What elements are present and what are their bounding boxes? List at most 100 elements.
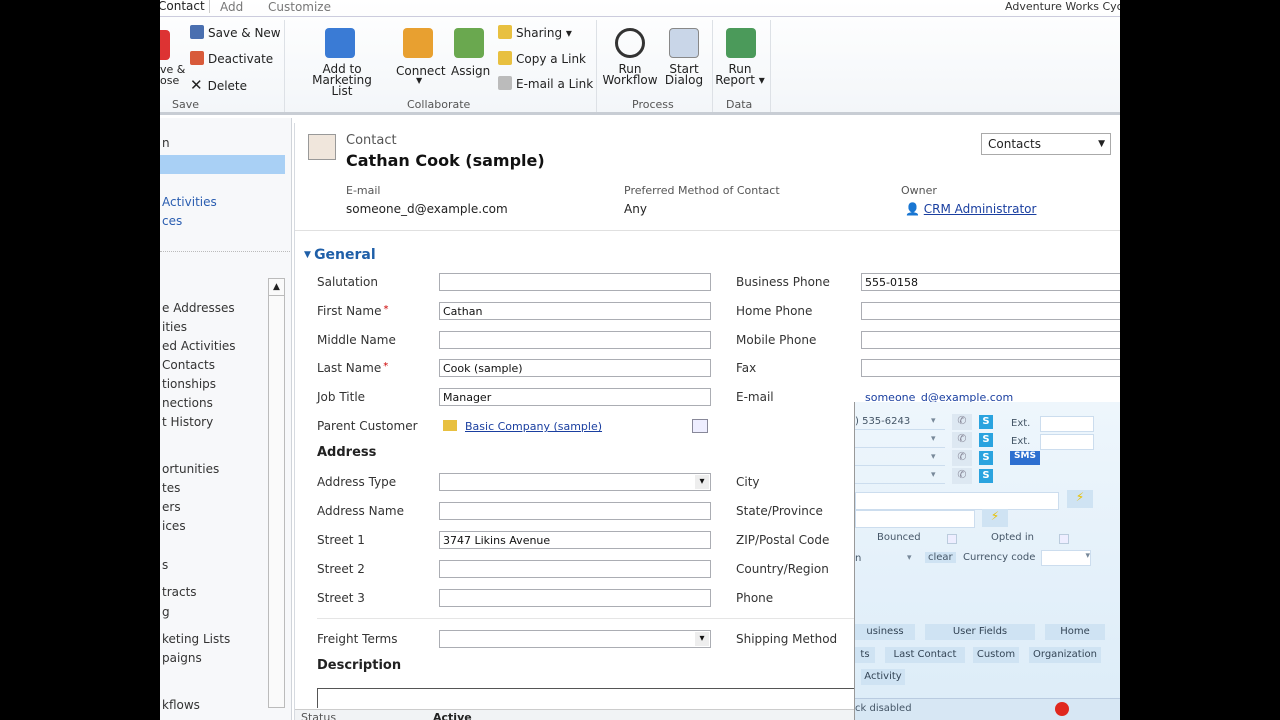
- field-input[interactable]: [439, 502, 711, 520]
- nav-item[interactable]: Contacts: [162, 358, 215, 372]
- nav-item[interactable]: ities: [162, 320, 187, 334]
- skype-button[interactable]: S: [979, 451, 993, 465]
- nav-item[interactable]: ers: [162, 500, 181, 514]
- nav-item[interactable]: ices: [162, 519, 186, 533]
- nav-item[interactable]: keting Lists: [162, 632, 230, 646]
- field-input[interactable]: [861, 331, 1120, 349]
- scroll-up-icon[interactable]: ▲: [269, 279, 284, 296]
- skype-button[interactable]: S: [979, 433, 993, 447]
- field-input[interactable]: [861, 359, 1120, 377]
- nav-item[interactable]: t History: [162, 415, 213, 429]
- field-input[interactable]: Manager: [439, 388, 711, 406]
- overlay-tab[interactable]: Custom: [973, 647, 1019, 663]
- overlay-tab[interactable]: ts: [855, 647, 875, 663]
- field-input[interactable]: [439, 560, 711, 578]
- field-input[interactable]: 3747 Likins Avenue: [439, 531, 711, 549]
- ext-input[interactable]: [1040, 416, 1094, 432]
- email-link-button[interactable]: E-mail a Link: [498, 76, 593, 91]
- nav-item[interactable]: ed Activities: [162, 339, 236, 353]
- run-report-button[interactable]: Run Report ▾: [715, 63, 765, 86]
- view-select[interactable]: Contacts ▼: [981, 133, 1111, 155]
- chevron-down-icon[interactable]: ▾: [931, 416, 936, 426]
- nav-item[interactable]: g: [162, 605, 170, 619]
- skype-button[interactable]: S: [979, 415, 993, 429]
- parent-customer-link[interactable]: Basic Company (sample): [465, 420, 602, 433]
- field-input[interactable]: [439, 589, 711, 607]
- section-general-toggle[interactable]: ▼ General: [304, 247, 376, 263]
- nav-item[interactable]: e Addresses: [162, 301, 235, 315]
- description-field[interactable]: [317, 688, 857, 708]
- phone-icon[interactable]: ✆: [952, 468, 972, 484]
- delete-button[interactable]: ✕ Delete: [190, 76, 247, 94]
- lightning-icon[interactable]: ⚡: [1067, 490, 1093, 508]
- ext-input[interactable]: [1040, 434, 1094, 450]
- field-input[interactable]: Cook (sample): [439, 359, 711, 377]
- run-report-icon[interactable]: [726, 28, 756, 58]
- nav-item[interactable]: s: [162, 558, 168, 572]
- start-dialog-button[interactable]: Start Dialog: [660, 63, 708, 86]
- add-to-marketing-list-button[interactable]: Add to Marketing List: [292, 63, 392, 97]
- start-dialog-icon[interactable]: [669, 28, 699, 58]
- lightning-icon[interactable]: ⚡: [982, 509, 1008, 527]
- chevron-down-icon[interactable]: ▾: [931, 434, 936, 444]
- phone-icon[interactable]: ✆: [952, 450, 972, 466]
- tab-add[interactable]: Add: [220, 0, 243, 14]
- chevron-down-icon[interactable]: ▾: [931, 470, 936, 480]
- freight-terms-select[interactable]: [439, 630, 711, 648]
- skype-button[interactable]: S: [979, 469, 993, 483]
- clear-button[interactable]: clear: [925, 552, 956, 563]
- text-input[interactable]: [855, 510, 975, 528]
- save-close-icon[interactable]: [160, 30, 170, 60]
- deactivate-button[interactable]: Deactivate: [190, 51, 273, 66]
- assign-icon[interactable]: [454, 28, 484, 58]
- connect-icon[interactable]: [403, 28, 433, 58]
- marketing-list-icon[interactable]: [325, 28, 355, 58]
- field-input[interactable]: Cathan: [439, 302, 711, 320]
- overlay-tab[interactable]: Last Contact: [885, 647, 965, 663]
- save-new-button[interactable]: Save & New: [190, 25, 281, 40]
- field-input[interactable]: [861, 302, 1120, 320]
- field-input[interactable]: 555-0158: [861, 273, 1120, 291]
- tab-contact[interactable]: Contact: [160, 0, 210, 13]
- nav-item[interactable]: kflows: [162, 698, 200, 712]
- chevron-down-icon[interactable]: ▾: [907, 553, 912, 563]
- bounced-checkbox[interactable]: [947, 534, 957, 544]
- overlay-tab[interactable]: User Fields: [925, 624, 1035, 640]
- sharing-button[interactable]: Sharing ▾: [498, 25, 572, 40]
- tab-customize[interactable]: Customize: [268, 0, 331, 14]
- nav-item[interactable]: paigns: [162, 651, 202, 665]
- sms-button[interactable]: SMS: [1010, 451, 1040, 465]
- overlay-tab-activity[interactable]: Activity: [861, 669, 905, 685]
- overlay-tab[interactable]: Organization: [1029, 647, 1101, 663]
- owner-link[interactable]: 👤 CRM Administrator: [905, 202, 1036, 216]
- run-workflow-button[interactable]: Run Workflow: [600, 63, 660, 86]
- copy-link-button[interactable]: Copy a Link: [498, 51, 586, 66]
- nav-item[interactable]: tracts: [162, 585, 197, 599]
- field-input[interactable]: [439, 473, 711, 491]
- nav-item[interactable]: tes: [162, 481, 180, 495]
- currency-select[interactable]: ▾: [1041, 550, 1091, 566]
- phone-icon[interactable]: ✆: [952, 414, 972, 430]
- field-input[interactable]: [439, 273, 711, 291]
- nav-item-activities[interactable]: Activities: [162, 195, 217, 209]
- assign-button[interactable]: Assign: [451, 64, 490, 78]
- overlay-tab[interactable]: usiness: [855, 624, 915, 640]
- nav-item[interactable]: tionships: [162, 377, 216, 391]
- phone-icon[interactable]: ✆: [952, 432, 972, 448]
- field-input[interactable]: [439, 331, 711, 349]
- nav-item[interactable]: ortunities: [162, 462, 219, 476]
- lookup-icon[interactable]: [692, 419, 708, 433]
- text-input[interactable]: [855, 492, 1059, 510]
- nav-item[interactable]: nections: [162, 396, 213, 410]
- nav-item-ces[interactable]: ces: [162, 214, 182, 228]
- chevron-down-icon[interactable]: ▾: [931, 452, 936, 462]
- opted-in-checkbox[interactable]: [1059, 534, 1069, 544]
- nav-item[interactable]: n: [162, 136, 170, 150]
- run-workflow-icon[interactable]: [615, 28, 645, 58]
- nav-scrollbar[interactable]: ▲: [268, 278, 285, 708]
- parent-customer-lookup[interactable]: Basic Company (sample): [439, 417, 711, 435]
- connect-dropdown-icon[interactable]: ▼: [416, 76, 422, 85]
- save-close-label[interactable]: ve & ose: [160, 64, 185, 86]
- overlay-tab[interactable]: Home: [1045, 624, 1105, 640]
- nav-item-selected[interactable]: [160, 155, 285, 174]
